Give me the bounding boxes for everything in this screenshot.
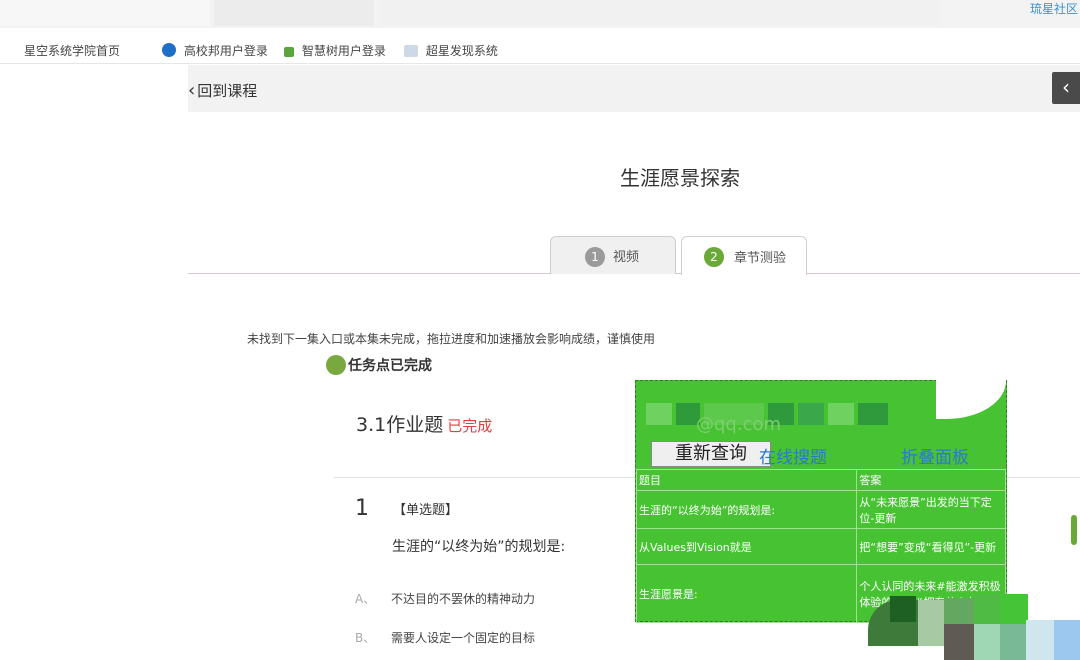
option-letter: A、 <box>355 592 376 606</box>
answer-cell: 从“未来愿景”出发的当下定位-更新 <box>856 490 1006 529</box>
question-cell: 生涯愿景是: <box>635 564 858 623</box>
requery-button[interactable]: 重新查询 <box>651 441 771 467</box>
chevron-left-icon: ‹ <box>188 80 196 101</box>
task-status-label: 任务点已完成 <box>348 358 432 374</box>
option-letter: B、 <box>355 631 376 645</box>
bookmark-label: 高校邦用户登录 <box>183 44 268 58</box>
scrollbar-thumb[interactable] <box>1071 515 1077 545</box>
globe-icon <box>162 43 176 57</box>
fold-panel-link[interactable]: 折叠面板 <box>901 443 969 468</box>
side-panel-toggle-button[interactable]: ‹ <box>1052 72 1080 104</box>
option-text: 需要人设定一个固定的目标 <box>391 631 536 645</box>
task-status: 任务点已完成 <box>326 355 432 375</box>
community-link[interactable]: 琉星社区 <box>1030 0 1078 17</box>
question-cell: 生涯的“以终为始”的规划是: <box>635 490 858 529</box>
chevron-left-icon: ‹ <box>1062 75 1070 99</box>
bookmark-item[interactable]: 高校邦用户登录 <box>162 42 268 59</box>
table-row: 从Values到Vision就是 把“想要”变成“看得见”-更新 <box>635 528 1006 565</box>
blurred-region <box>0 0 210 26</box>
question-cell: 从Values到Vision就是 <box>635 528 858 565</box>
column-header-answer: 答案 <box>856 469 1006 491</box>
tab-video[interactable]: 1 视频 <box>550 236 676 274</box>
question-number: 1 <box>355 496 369 521</box>
search-online-link[interactable]: 在线搜题 <box>759 443 827 468</box>
homework-title: 3.1作业题 <box>356 414 444 436</box>
page-header-band <box>188 65 1080 113</box>
playback-notice: 未找到下一集入口或本集未完成，拖拉进度和加速播放会影响成绩，谨慎使用 <box>247 332 656 346</box>
tab-number-badge: 2 <box>704 247 724 267</box>
answer-option-b[interactable]: B、 需要人设定一个固定的目标 <box>355 629 535 646</box>
bookmark-label: 星空系统学院首页 <box>24 44 121 58</box>
answer-helper-panel: @qq.com 重新查询 在线搜题 折叠面板 题目 答案 生涯的“以终为始”的规… <box>635 379 1007 623</box>
blurred-region <box>214 0 374 26</box>
account-email: @qq.com <box>696 414 782 435</box>
bookmark-page-icon <box>404 45 418 57</box>
option-text: 不达目的不罢休的精神动力 <box>391 592 536 606</box>
bookmark-item[interactable]: 星空系统学院首页 <box>24 42 120 59</box>
homework-heading: 3.1作业题 已完成 <box>356 410 492 437</box>
status-badge: 已完成 <box>447 417 493 435</box>
answer-cell: 把“想要”变成“看得见”-更新 <box>856 528 1006 565</box>
page-title: 生涯愿景探索 <box>620 166 740 190</box>
left-gutter <box>0 65 188 660</box>
tab-chapter-quiz[interactable]: 2 章节测验 <box>681 236 807 275</box>
leaf-icon <box>284 47 294 57</box>
tab-label: 章节测验 <box>734 250 787 266</box>
bookmark-item[interactable]: 超星发现系统 <box>404 42 498 59</box>
browser-top-strip: 琉星社区 <box>0 0 1080 28</box>
question-text: 生涯的“以终为始”的规划是: <box>392 539 566 555</box>
question-type: 【单选题】 <box>393 503 459 518</box>
back-label: 回到课程 <box>197 82 258 100</box>
table-header-row: 题目 答案 <box>635 469 1006 491</box>
complete-dot-icon <box>326 355 346 375</box>
back-to-course-link[interactable]: ‹ 回到课程 <box>188 80 257 101</box>
bookmarks-bar: 星空系统学院首页 高校邦用户登录 智慧树用户登录 超星发现系统 <box>0 28 1080 64</box>
tab-number-badge: 1 <box>585 247 605 267</box>
bookmark-label: 超星发现系统 <box>425 44 498 58</box>
table-row: 生涯的“以终为始”的规划是: 从“未来愿景”出发的当下定位-更新 <box>635 490 1006 529</box>
bookmark-label: 智慧树用户登录 <box>301 44 386 58</box>
column-header-question: 题目 <box>635 469 858 491</box>
answer-option-a[interactable]: A、 不达目的不罢休的精神动力 <box>355 590 535 607</box>
tab-label: 视频 <box>613 250 640 265</box>
bookmark-item[interactable]: 智慧树用户登录 <box>284 42 386 59</box>
blurred-region <box>380 0 940 26</box>
